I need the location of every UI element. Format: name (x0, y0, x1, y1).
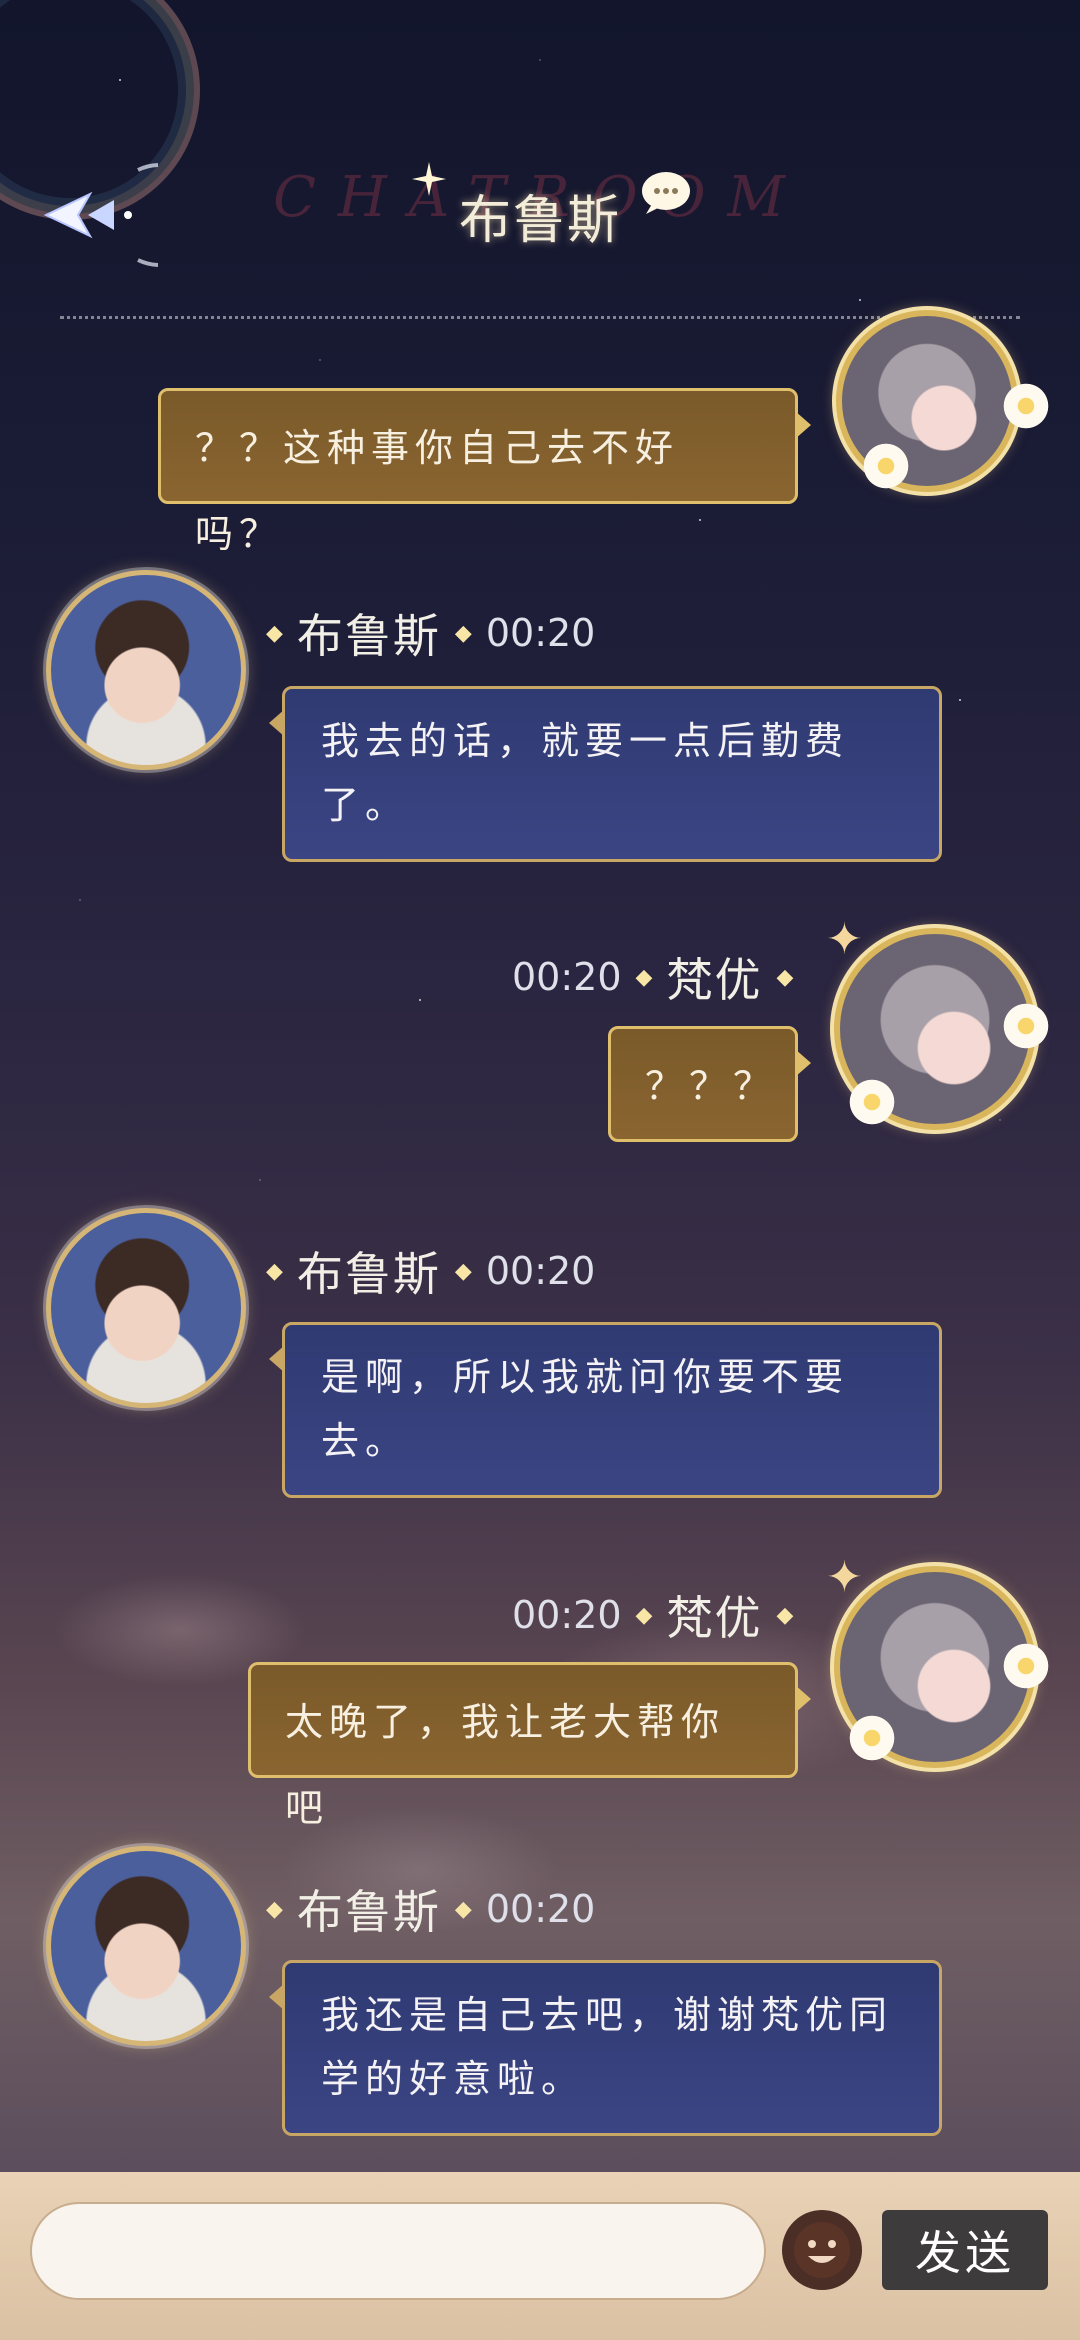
message-bubble-other: 是啊，所以我就问你要不要去。 (269, 1322, 942, 1498)
diamond-icon: ◆ (266, 1896, 283, 1922)
sender-row: 00:20 ◆ 梵优 ◆ (512, 944, 793, 1010)
message-bubble-self: 太晚了，我让老大帮你吧 (248, 1662, 811, 1830)
sender-row: ◆ 布鲁斯 ◆ 00:20 (266, 1876, 595, 1942)
flower-decoration (860, 440, 912, 492)
smiley-icon (794, 2222, 850, 2278)
message-text: 是啊，所以我就问你要不要去。 (321, 1355, 850, 1463)
page-title: 布鲁斯 (458, 191, 621, 251)
diamond-icon: ◆ (635, 1602, 653, 1628)
chat-bubble-icon (642, 172, 690, 214)
sender-name: 布鲁斯 (296, 609, 441, 663)
message-text: 太晚了，我让老大帮你吧 (285, 1700, 726, 1830)
sender-row: ◆ 布鲁斯 ◆ 00:20 (266, 1238, 595, 1304)
sender-name: 梵优 (666, 1591, 763, 1645)
diamond-icon: ◆ (266, 1258, 283, 1284)
message-text: ？？这种事你自己去不好吗？ (195, 426, 680, 556)
message-time: 00:20 (512, 955, 622, 999)
chat-header: CHATROOM 布鲁斯 (0, 0, 1080, 320)
flower-decoration (846, 1712, 898, 1764)
sender-row: ◆ 布鲁斯 ◆ 00:20 (266, 600, 595, 666)
sender-name: 布鲁斯 (296, 1247, 441, 1301)
message-time: 00:20 (485, 1249, 596, 1293)
sender-name: 布鲁斯 (296, 1885, 441, 1939)
butterfly-icon: ✦ (826, 1552, 863, 1603)
flower-decoration (846, 1076, 898, 1128)
message-bubble-other: 我还是自己去吧，谢谢梵优同学的好意啦。 (269, 1960, 942, 2136)
diamond-icon: ◆ (454, 1258, 472, 1284)
sender-row: 00:20 ◆ 梵优 ◆ (512, 1582, 793, 1648)
flower-decoration (1000, 380, 1052, 432)
diamond-icon: ◆ (266, 620, 283, 646)
diamond-icon: ◆ (635, 964, 653, 990)
send-button[interactable]: 发送 (882, 2210, 1048, 2290)
message-text: 我去的话，就要一点后勤费了。 (321, 719, 850, 827)
message-time: 00:20 (485, 1887, 596, 1931)
diamond-icon: ◆ (776, 1602, 794, 1628)
avatar-bruce[interactable] (46, 1208, 246, 1408)
diamond-icon: ◆ (776, 964, 794, 990)
diamond-icon: ◆ (454, 620, 472, 646)
message-time: 00:20 (512, 1593, 622, 1637)
message-time: 00:20 (485, 611, 596, 655)
flower-decoration (1000, 1000, 1052, 1052)
header-divider (60, 316, 1020, 319)
message-bubble-other: 我去的话，就要一点后勤费了。 (269, 686, 942, 862)
message-bubble-self: ？？这种事你自己去不好吗？ (158, 388, 811, 556)
message-input[interactable] (30, 2202, 766, 2300)
avatar-bruce[interactable] (46, 1846, 246, 2046)
avatar-bruce[interactable] (46, 570, 246, 770)
butterfly-icon: ✦ (826, 914, 863, 965)
message-bubble-self: ？？？ (608, 1026, 811, 1142)
message-text: ？？？ (645, 1064, 778, 1108)
input-bar: 发送 (0, 2172, 1080, 2340)
emoji-button[interactable] (782, 2210, 862, 2290)
flower-decoration (1000, 1640, 1052, 1692)
sender-name: 梵优 (666, 953, 763, 1007)
diamond-icon: ◆ (454, 1896, 472, 1922)
message-text: 我还是自己去吧，谢谢梵优同学的好意啦。 (321, 1993, 894, 2101)
